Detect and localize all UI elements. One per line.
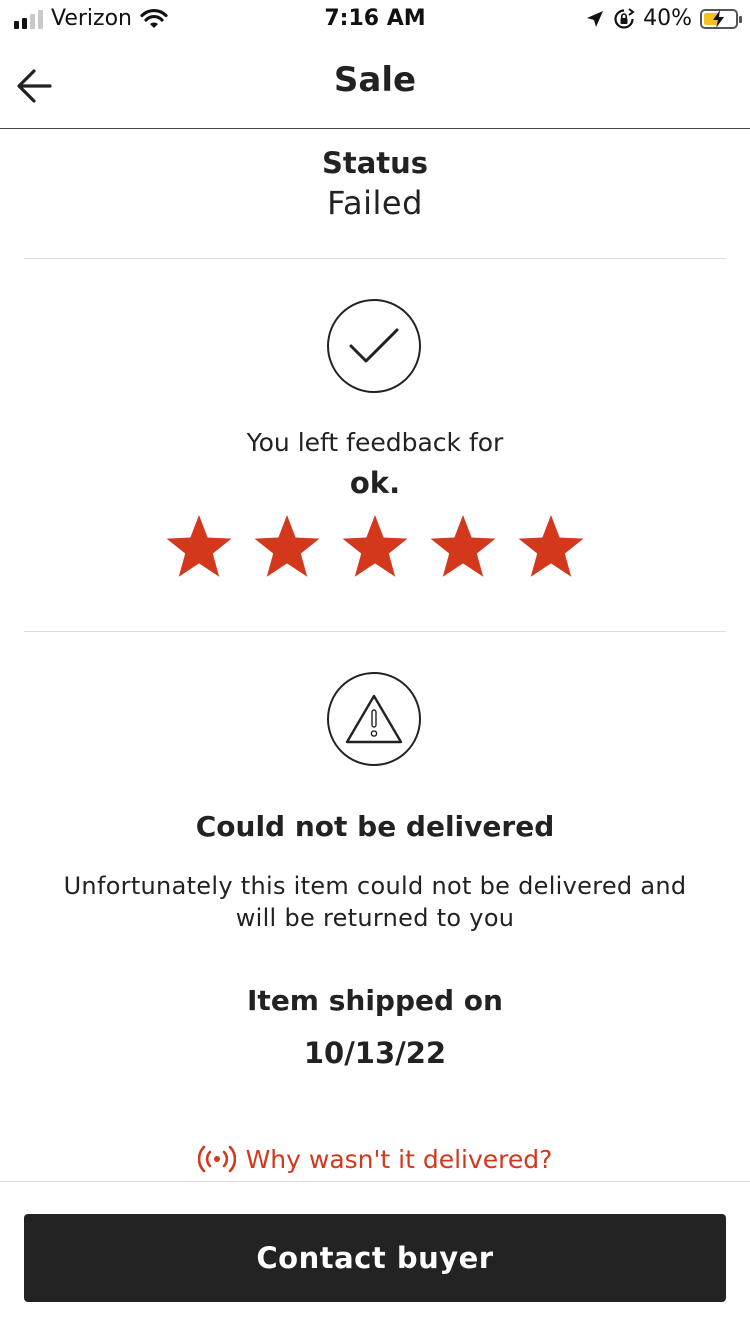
shipped-on-date: 10/13/22 bbox=[303, 1036, 447, 1070]
battery-percent: 40% bbox=[643, 6, 692, 31]
contact-buyer-button[interactable]: Contact buyer bbox=[24, 1214, 726, 1302]
footer-divider bbox=[0, 1181, 750, 1182]
page-title: Sale bbox=[333, 60, 417, 100]
star-icon bbox=[166, 515, 232, 577]
star-icon bbox=[430, 515, 496, 577]
feedback-text: You left feedback for bbox=[246, 428, 504, 457]
star-icon bbox=[518, 515, 584, 577]
section-divider bbox=[24, 631, 726, 632]
section-divider bbox=[24, 258, 726, 259]
signal-broadcast-icon bbox=[197, 1145, 236, 1173]
star-rating bbox=[163, 512, 587, 584]
status-label: Status bbox=[321, 146, 429, 180]
feedback-buyer-name: ok. bbox=[349, 466, 401, 500]
orientation-lock-icon bbox=[614, 7, 635, 29]
status-bar: Verizon 7:16 AM 40% bbox=[0, 0, 750, 40]
shipped-on-label: Item shipped on bbox=[247, 984, 503, 1017]
star-icon bbox=[342, 515, 408, 577]
why-not-delivered-link[interactable]: Why wasn't it delivered? bbox=[0, 1144, 750, 1174]
status-section: Status Failed bbox=[0, 146, 750, 222]
delivery-status-title: Could not be delivered bbox=[195, 810, 555, 843]
battery-charging-icon bbox=[700, 8, 742, 29]
why-not-delivered-text[interactable]: Why wasn't it delivered? bbox=[246, 1145, 553, 1174]
delivery-status-message: Unfortunately this item could not be del… bbox=[63, 872, 687, 932]
checkmark-circle-icon bbox=[327, 299, 421, 393]
location-arrow-icon bbox=[587, 10, 604, 27]
navigation-bar: Sale bbox=[0, 40, 750, 129]
status-bar-right: 40% bbox=[585, 6, 742, 31]
status-value: Failed bbox=[327, 184, 423, 222]
warning-triangle-icon bbox=[327, 672, 421, 766]
star-icon bbox=[254, 515, 320, 577]
